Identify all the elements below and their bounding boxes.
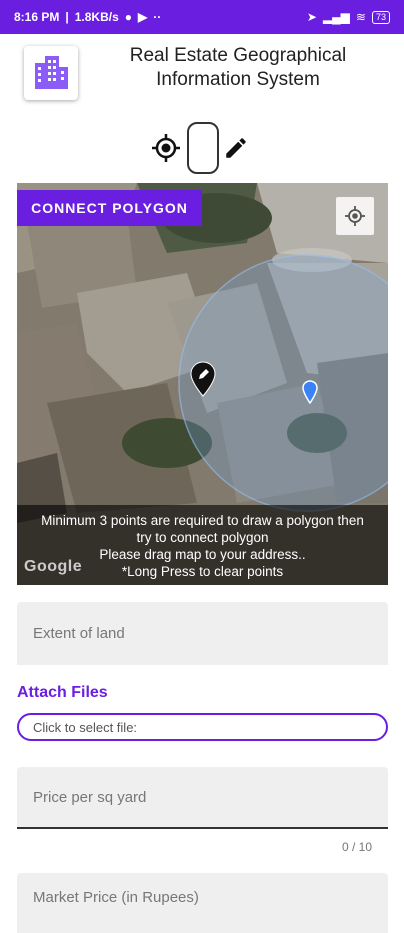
current-location-icon [302, 380, 318, 404]
extent-placeholder: Extent of land [33, 625, 125, 642]
building-icon [35, 56, 68, 89]
app-header: Real Estate Geographical Information Sys… [0, 34, 404, 114]
price-placeholder: Price per sq yard [33, 788, 147, 806]
location-icon: ● [124, 10, 132, 24]
wifi-icon: ≋ [355, 10, 366, 24]
market-price-field[interactable]: Market Price (in Rupees) [17, 873, 388, 933]
market-price-placeholder: Market Price (in Rupees) [33, 889, 199, 906]
extent-of-land-field[interactable]: Extent of land [17, 602, 388, 665]
app-logo [24, 46, 78, 100]
more-dots-icon: ·· [153, 10, 162, 24]
page-title: Real Estate Geographical Information Sys… [129, 45, 347, 90]
status-speed: 1.8KB/s [74, 10, 119, 24]
signal-icon: ▂▄▆ [322, 10, 350, 24]
battery-icon: 73 [371, 10, 390, 24]
price-char-counter: 0 / 10 [341, 840, 372, 854]
status-bar: 8:16 PM | 1.8KB/s ● ▶ ·· ➤ ▂▄▆ ≋ 73 [0, 0, 404, 34]
map-view[interactable]: CONNECT POLYGON Minimum 3 points are req… [17, 183, 388, 585]
gps-icon[interactable] [151, 133, 181, 163]
connect-polygon-button[interactable]: CONNECT POLYGON [17, 190, 202, 226]
toggle-box[interactable] [187, 122, 219, 174]
price-per-sq-yard-field[interactable]: Price per sq yard [17, 767, 388, 829]
tool-row [0, 120, 404, 176]
status-time: 8:16 PM [14, 10, 60, 24]
navigation-icon: ➤ [306, 10, 317, 24]
my-location-button[interactable] [336, 197, 374, 235]
file-select-button[interactable]: Click to select file: [17, 713, 388, 741]
map-marker-icon[interactable] [190, 361, 216, 397]
file-select-text: Click to select file: [33, 719, 138, 735]
youtube-icon: ▶ [138, 10, 148, 24]
my-location-icon [345, 206, 365, 226]
attach-files-label: Attach Files [17, 684, 108, 701]
google-logo: Google [24, 558, 83, 575]
pencil-icon[interactable] [223, 135, 249, 161]
